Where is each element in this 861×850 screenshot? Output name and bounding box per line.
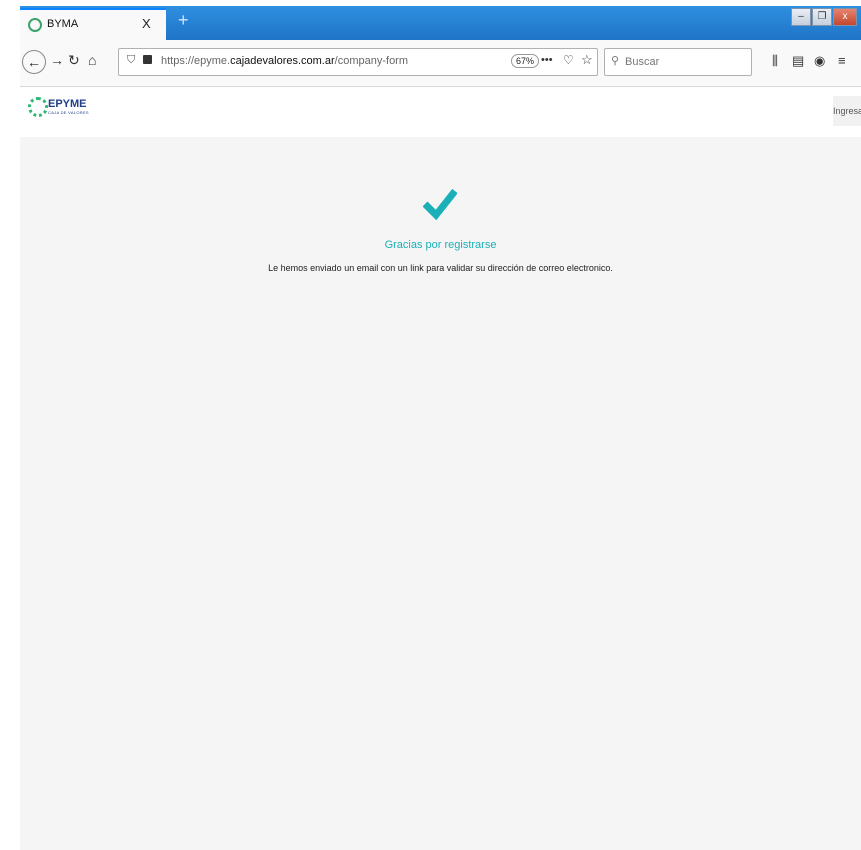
logo-text[interactable]: EPYME <box>48 98 87 110</box>
logo-subtext: CAJA DE VALORES <box>48 110 89 115</box>
close-window-button[interactable]: x <box>833 8 857 26</box>
address-bar[interactable]: ⛉ https://epyme.cajadevalores.com.ar/com… <box>118 48 598 76</box>
checkmark-icon <box>423 188 457 221</box>
new-tab-button[interactable]: + <box>178 10 189 31</box>
success-title: Gracias por registrarse <box>384 239 497 251</box>
zoom-indicator[interactable]: 67% <box>511 54 540 68</box>
home-button[interactable]: ⌂ <box>88 52 96 68</box>
success-message: Le hemos enviado un email con un link pa… <box>268 263 613 273</box>
window-controls: – ❐ x <box>791 8 857 26</box>
restore-button[interactable]: ❐ <box>812 8 832 26</box>
reload-button[interactable]: ↻ <box>68 52 80 69</box>
search-icon: ⚲ <box>611 55 620 67</box>
bookmark-star-icon[interactable]: ☆ <box>581 52 593 68</box>
search-placeholder: Buscar <box>625 56 660 68</box>
lock-icon[interactable] <box>143 55 152 64</box>
forward-button[interactable]: → <box>50 52 64 68</box>
pocket-icon[interactable]: ♡ <box>563 53 574 67</box>
menu-icon[interactable]: ≡ <box>838 53 846 68</box>
navigation-toolbar: ← → ↻ ⌂ ⛉ https://epyme.cajadevalores.co… <box>20 40 861 87</box>
browser-window: BYMA X + – ❐ x ← → ↻ ⌂ ⛉ https://epyme.c… <box>20 6 861 850</box>
tab-bar: BYMA X + – ❐ x <box>20 6 861 40</box>
url-text[interactable]: https://epyme.cajadevalores.com.ar/compa… <box>161 55 408 67</box>
page-content: EPYME CAJA DE VALORES Ingresar Gracias p… <box>20 87 861 850</box>
back-button[interactable]: ← <box>22 50 46 74</box>
page-actions-icon[interactable]: ••• <box>541 54 553 66</box>
account-icon[interactable]: ◉ <box>814 53 825 69</box>
library-icon[interactable]: ⫼ <box>772 53 778 69</box>
search-input[interactable]: ⚲ Buscar <box>604 48 752 76</box>
tab-close-button[interactable]: X <box>142 16 151 31</box>
epyme-logo-icon[interactable] <box>28 97 48 117</box>
site-header: EPYME CAJA DE VALORES Ingresar <box>20 87 861 137</box>
tab-title: BYMA <box>47 18 79 30</box>
tab-byma[interactable]: BYMA X <box>20 8 166 40</box>
login-button[interactable]: Ingresar <box>833 96 861 126</box>
site-favicon-icon <box>28 18 42 32</box>
minimize-button[interactable]: – <box>791 8 811 26</box>
sidebar-icon[interactable]: ▤ <box>792 53 804 69</box>
tracking-shield-icon[interactable]: ⛉ <box>127 54 135 67</box>
